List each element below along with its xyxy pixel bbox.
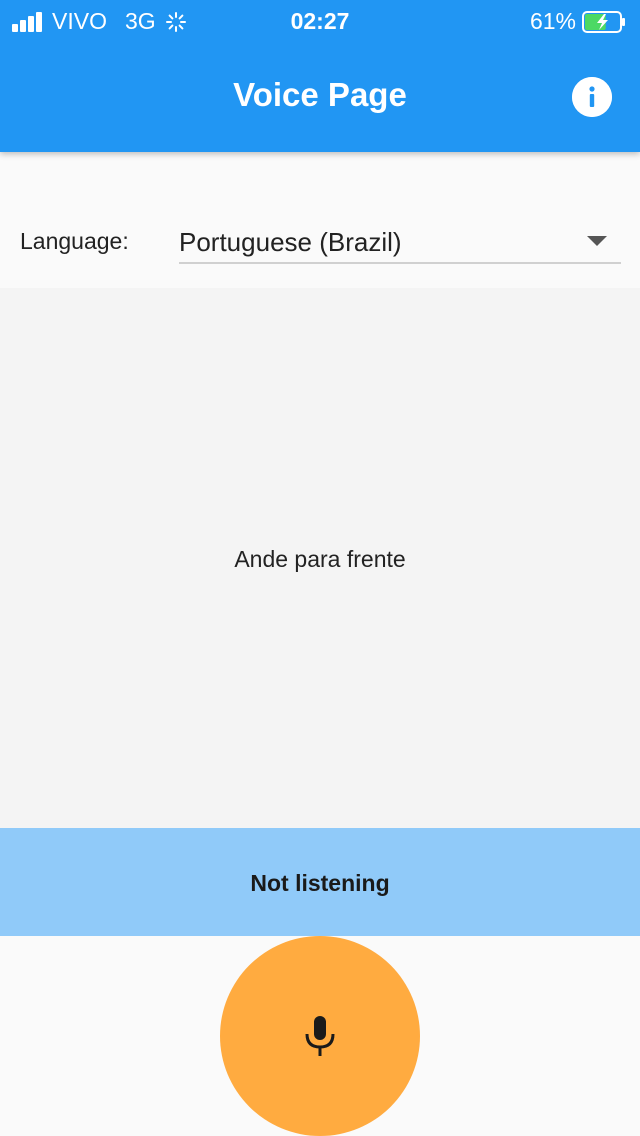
status-bar: VIVO 3G 02:27 61% [0,0,640,40]
language-label: Language: [20,228,129,254]
info-button[interactable] [572,77,612,117]
microphone-button[interactable] [220,936,420,1136]
app-bar: VIVO 3G 02:27 61% Voice Page [0,0,640,152]
language-selected-value: Portuguese (Brazil) [179,227,402,257]
language-dropdown[interactable]: Portuguese (Brazil) [179,212,621,264]
listening-status-bar: Not listening [0,828,640,936]
dropdown-arrow-icon [587,236,607,246]
battery-percentage: 61% [529,8,576,34]
battery-charging-icon [582,10,625,33]
transcript-text: Ande para frente [234,546,406,572]
listening-status-text: Not listening [250,870,390,896]
transcript-area: Ande para frente [0,288,640,828]
language-row: Language: Portuguese (Brazil) [0,152,640,288]
microphone-icon [305,1016,335,1056]
page-title: Voice Page [233,76,407,113]
info-icon [572,77,612,117]
